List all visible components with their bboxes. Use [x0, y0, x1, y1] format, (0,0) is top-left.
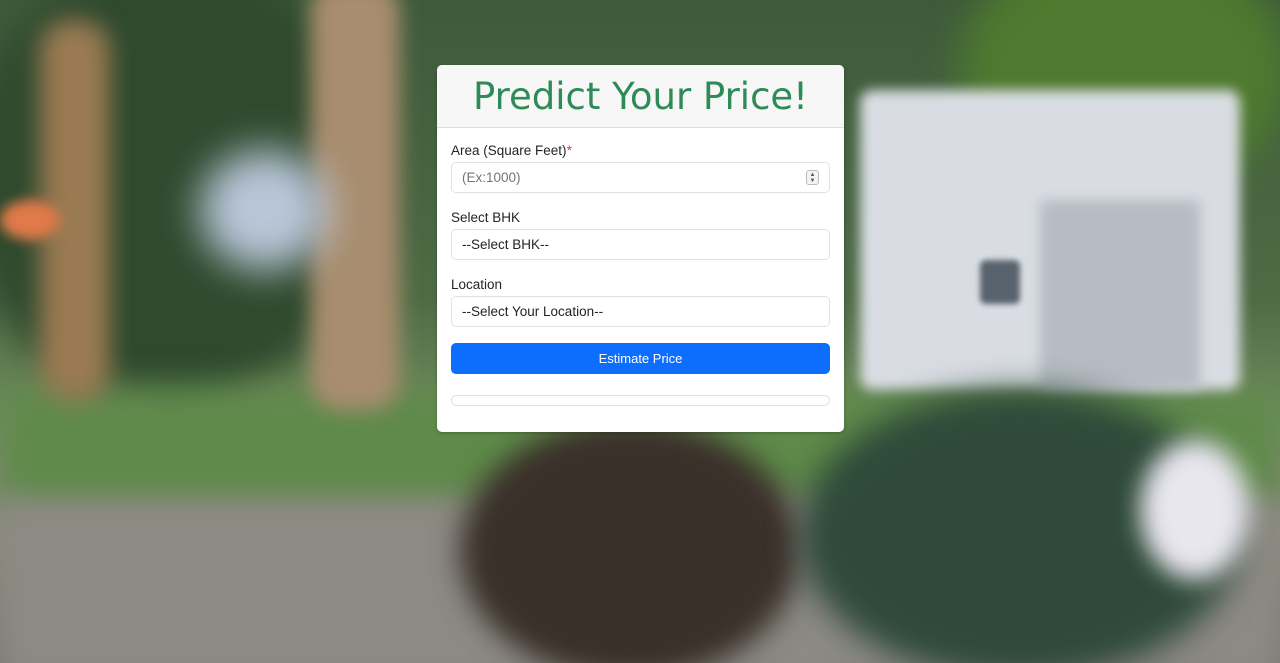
location-field-group: Location --Select Your Location--: [451, 276, 830, 327]
area-input-box[interactable]: ▲▼: [451, 162, 830, 193]
area-label: Area (Square Feet)*: [451, 143, 572, 158]
number-stepper-icon[interactable]: ▲ ▼: [806, 170, 819, 185]
bhk-selected-value: --Select BHK--: [462, 237, 550, 252]
location-select[interactable]: --Select Your Location--: [451, 296, 830, 327]
estimate-price-button[interactable]: Estimate Price: [451, 343, 830, 374]
card-header: Predict Your Price!: [437, 65, 844, 128]
location-selected-value: --Select Your Location--: [462, 304, 604, 319]
area-input[interactable]: [462, 170, 782, 185]
prediction-card: Predict Your Price! Area (Square Feet)* …: [437, 65, 844, 432]
bhk-select[interactable]: --Select BHK--: [451, 229, 830, 260]
location-label: Location: [451, 277, 503, 292]
area-field-group: Area (Square Feet)* ▲▼: [451, 142, 830, 193]
required-mark: *: [566, 143, 572, 158]
bhk-field-group: Select BHK --Select BHK--: [451, 209, 830, 260]
bhk-label: Select BHK: [451, 210, 521, 225]
page-title: Predict Your Price!: [472, 74, 809, 118]
prediction-form: Area (Square Feet)* ▲▼ Select BHK --Sele…: [437, 128, 844, 406]
result-box: [451, 395, 830, 406]
